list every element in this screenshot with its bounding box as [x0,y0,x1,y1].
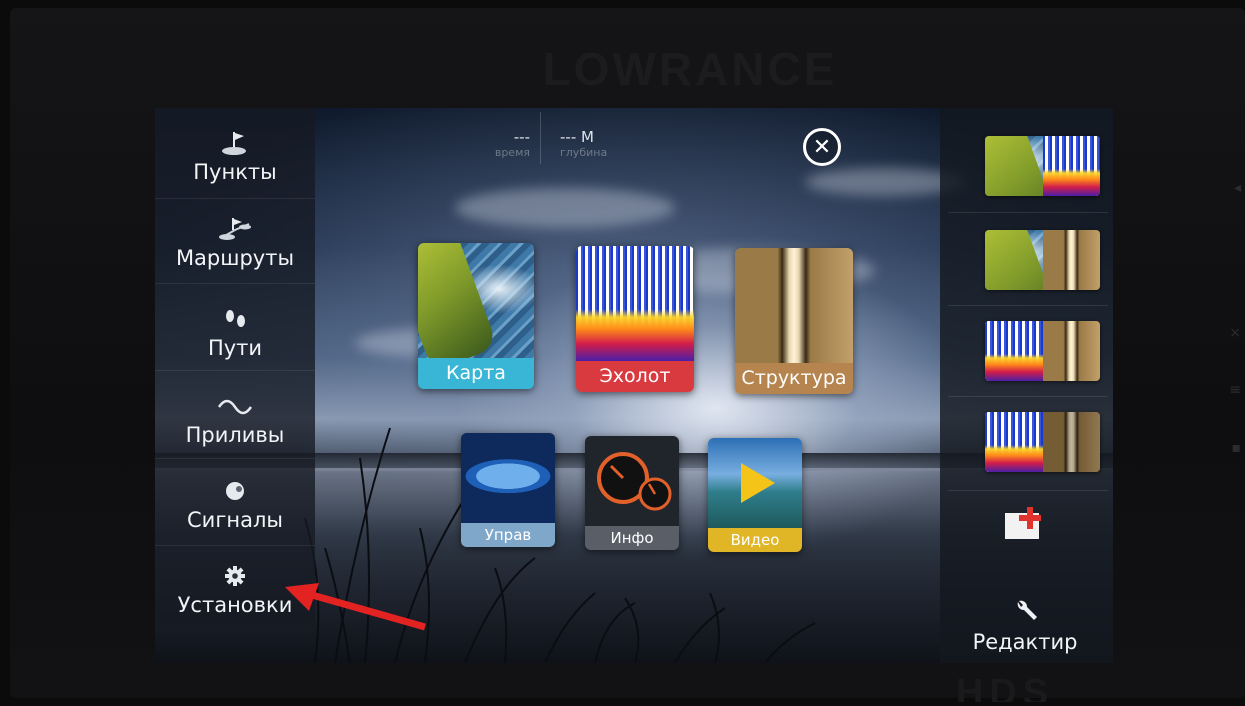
split-chart-thumbnail [985,136,1043,196]
menu-label-alarms: Сигналы [187,508,283,532]
edit-button-label: Редактир [972,630,1078,654]
split-downscan-thumbnail [1042,412,1100,472]
app-label-video: Видео [708,528,802,552]
app-label-chart: Карта [418,358,534,389]
menu-item-tides[interactable]: Приливы [155,393,315,447]
app-tile-video[interactable]: Видео [708,438,802,552]
info-thumbnail [585,436,679,526]
right-panel [940,108,1113,663]
split-chart-thumbnail [985,230,1043,290]
app-label-steer: Управ [461,523,555,547]
bezel-side-keys: ◂ × ≡ ▪ [1229,180,1241,456]
gauges-icon [597,452,672,511]
split-sonar-thumbnail [985,412,1043,472]
alarm-bell-icon [226,482,244,500]
autopilot-thumbnail [461,433,555,523]
annotation-arrow [285,583,426,631]
menu-label-routes: Маршруты [175,246,295,270]
brand-logo-bottom: HDS [955,672,1055,702]
split-sonar-thumbnail [985,321,1043,381]
chart-thumbnail [418,243,534,358]
time-readout: --- время [440,128,530,159]
footsteps-icon [226,310,245,327]
menu-item-trails[interactable]: Пути [155,306,315,360]
split-structure-thumbnail [1042,230,1100,290]
split-page-sonar-downscan[interactable] [985,412,1100,472]
new-page-button[interactable] [1003,505,1049,541]
brand-logo-top: LOWRANCE [542,43,838,95]
video-thumbnail [708,438,802,528]
menu-item-alarms[interactable]: Сигналы [155,478,315,532]
depth-value: --- М [560,128,594,146]
app-tile-structure[interactable]: Структура [735,248,853,394]
play-icon [741,463,775,503]
gear-icon [225,566,245,586]
menu-item-routes[interactable]: Маршруты [155,216,315,270]
close-icon: ✕ [812,134,832,160]
app-tile-info[interactable]: Инфо [585,436,679,550]
wrench-icon [1017,600,1037,620]
app-tile-chart[interactable]: Карта [418,243,534,389]
app-label-info: Инфо [585,526,679,550]
route-icon [219,218,251,240]
split-sonar-thumbnail [1042,136,1100,196]
menu-label-waypoints: Пункты [193,160,277,184]
left-menu-panel: Пункты Маршруты Пути Приливы Сигналы Уст… [155,108,315,628]
split-page-chart-structure[interactable] [985,230,1100,290]
split-page-sonar-structure[interactable] [985,321,1100,381]
structure-thumbnail [735,248,853,363]
time-caption: время [494,146,530,159]
depth-readout: --- М глубина [560,128,650,159]
app-tile-steer[interactable]: Управ [461,433,555,547]
tide-wave-icon [217,399,253,415]
menu-label-tides: Приливы [185,423,285,447]
close-button[interactable]: ✕ [803,128,841,166]
app-label-sonar: Эхолот [576,361,694,392]
time-value: --- [513,128,530,146]
depth-caption: глубина [560,146,608,159]
sonar-thumbnail [576,246,694,361]
menu-label-trails: Пути [207,336,263,360]
app-tile-sonar[interactable]: Эхолот [576,246,694,392]
split-structure-thumbnail [1042,321,1100,381]
edit-button[interactable]: Редактир [950,598,1100,654]
waypoint-flag-icon [222,132,246,155]
status-divider [540,112,541,164]
split-page-chart-sonar[interactable] [985,136,1100,196]
menu-item-waypoints[interactable]: Пункты [155,130,315,184]
app-label-structure: Структура [735,363,853,394]
